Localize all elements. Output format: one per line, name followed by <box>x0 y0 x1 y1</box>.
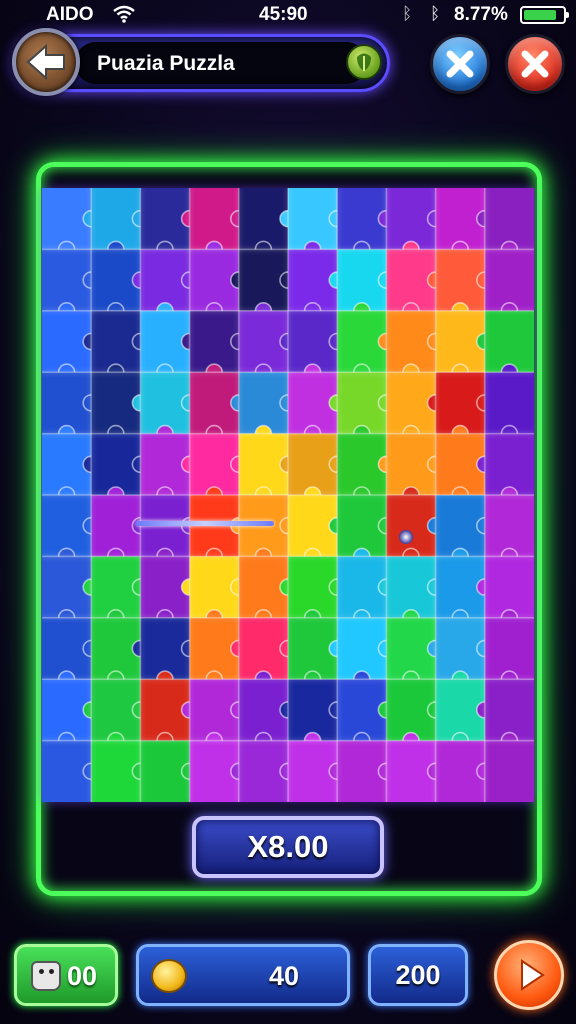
play-icon <box>521 959 545 991</box>
inventory-count: 00 <box>67 961 98 991</box>
puzzle-pieces[interactable] <box>42 188 534 802</box>
coins-counter[interactable]: 40 <box>136 944 350 1006</box>
arrow-left-icon <box>26 43 65 81</box>
multiplier-badge[interactable]: X8.00 <box>192 816 384 878</box>
inventory-button[interactable]: 00 <box>14 944 118 1006</box>
battery-level-fill <box>524 10 557 20</box>
puzzle-piece[interactable] <box>484 740 534 802</box>
bluetooth-icon: ᛒ <box>402 4 413 23</box>
clock-time: 45:90 <box>259 4 308 25</box>
close-button[interactable] <box>505 34 565 94</box>
leaf-button[interactable] <box>346 44 382 80</box>
bluetooth-icon: ᛒ <box>430 4 441 23</box>
play-button[interactable] <box>494 940 564 1010</box>
coins-value: 40 <box>269 961 300 991</box>
battery-percent: 8.77% <box>454 4 508 25</box>
coin-icon <box>151 959 187 993</box>
slider-track[interactable] <box>136 521 274 526</box>
title-field: Puazia Puzzla <box>75 42 367 84</box>
x-icon <box>446 50 474 78</box>
puzzle-title: Puazia Puzzla <box>97 52 235 75</box>
cancel-button[interactable] <box>430 34 490 94</box>
status-bar: AIDO 45:90 ᛒ ᛒ 8.77% <box>0 0 576 30</box>
score-counter[interactable]: 200 <box>368 944 468 1006</box>
back-button[interactable] <box>12 28 80 96</box>
puzzle-grid[interactable] <box>42 188 534 802</box>
battery-icon <box>520 6 569 24</box>
x-icon <box>521 50 549 78</box>
carrier-label: AIDO <box>46 4 94 25</box>
leaf-icon <box>357 53 371 71</box>
bag-icon <box>31 961 61 991</box>
slider-handle[interactable] <box>399 530 413 544</box>
wifi-icon <box>113 5 135 23</box>
